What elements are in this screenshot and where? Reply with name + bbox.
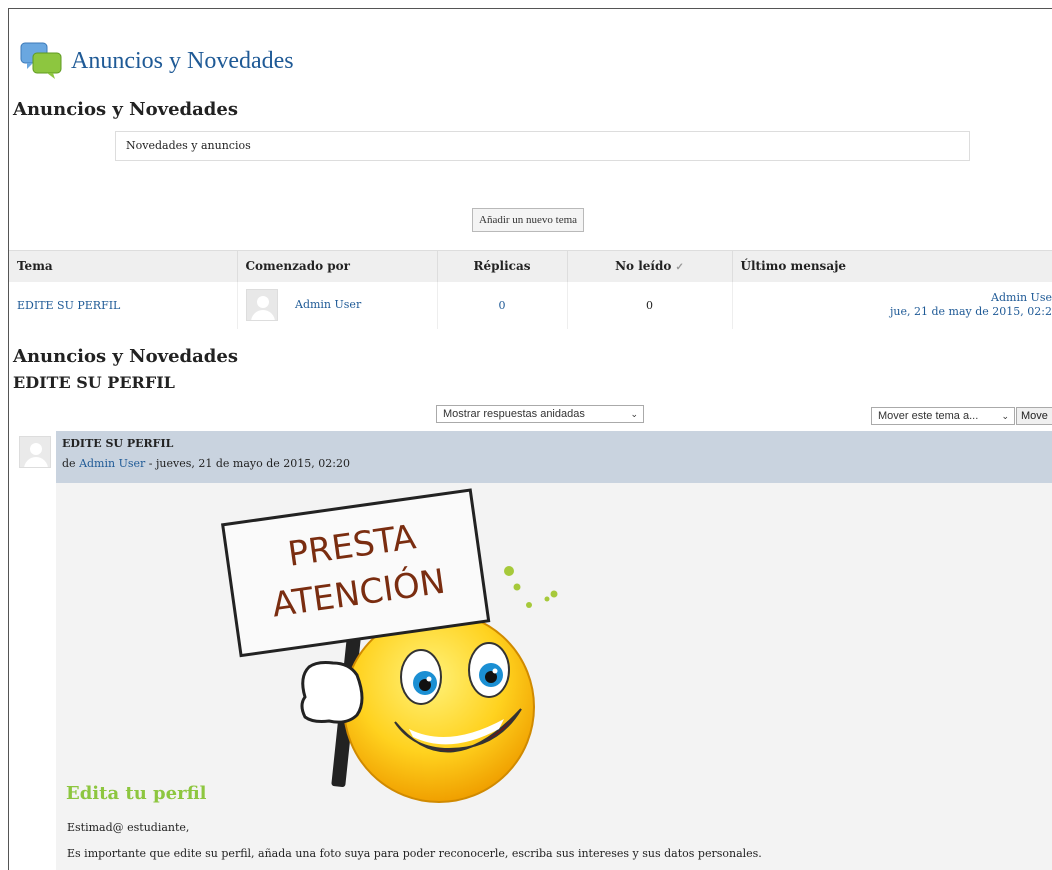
header-topic[interactable]: Tema	[9, 250, 238, 282]
post-meta: de Admin User - jueves, 21 de mayo de 20…	[62, 457, 350, 470]
add-new-topic-button[interactable]: Añadir un nuevo tema	[472, 208, 585, 232]
replies-cell: 0	[437, 281, 568, 329]
header-unread[interactable]: No leído ✓	[567, 250, 733, 282]
page-header: Anuncios y Novedades	[19, 31, 294, 91]
chevron-down-icon: ⌄	[1001, 411, 1009, 421]
chevron-down-icon: ⌄	[630, 409, 638, 419]
topic-cell: EDITE SU PERFIL	[9, 281, 238, 329]
post-paragraph: Es importante que edite su perfil, añada…	[67, 847, 762, 860]
display-mode-select[interactable]: Mostrar respuestas anidadas ⌄	[436, 405, 644, 423]
header-last-post[interactable]: Último mensaje	[732, 250, 1052, 282]
post-by-prefix: de	[62, 457, 76, 470]
post-content-heading: Edita tu perfil	[66, 783, 207, 804]
forum-chat-icon	[19, 39, 63, 83]
last-post-author-link[interactable]: Admin Use	[741, 291, 1052, 305]
forum-heading: Anuncios y Novedades	[13, 99, 238, 120]
replies-count-link[interactable]: 0	[499, 299, 506, 312]
header-started-by[interactable]: Comenzado por	[237, 250, 438, 282]
table-header-row: Tema Comenzado por Réplicas No leído ✓ Ú…	[9, 250, 1052, 282]
post-author-link[interactable]: Admin User	[79, 457, 145, 470]
header-replies[interactable]: Réplicas	[437, 250, 568, 282]
last-post-date-link[interactable]: jue, 21 de may de 2015, 02:2	[741, 305, 1052, 319]
attention-smiley-image: PRESTA ATENCIÓN	[221, 488, 558, 803]
author-cell: Admin User	[237, 281, 438, 329]
table-row: EDITE SU PERFIL Admin User 0 0 Admin Use…	[9, 281, 1052, 329]
move-topic-button[interactable]: Move	[1016, 407, 1052, 425]
user-avatar-icon[interactable]	[245, 289, 278, 321]
display-mode-value: Mostrar respuestas anidadas	[443, 408, 585, 420]
forum-intro: Novedades y anuncios	[115, 131, 970, 161]
discussion-list-table: Tema Comenzado por Réplicas No leído ✓ Ú…	[9, 250, 1052, 329]
last-post-cell: Admin Use jue, 21 de may de 2015, 02:2	[732, 281, 1052, 329]
unread-cell: 0	[567, 281, 733, 329]
discussion-topic-heading: EDITE SU PERFIL	[13, 373, 175, 392]
topic-link[interactable]: EDITE SU PERFIL	[17, 299, 120, 312]
header-unread-label: No leído	[615, 259, 672, 274]
discussion-forum-heading: Anuncios y Novedades	[13, 346, 238, 367]
move-topic-select[interactable]: Mover este tema a... ⌄	[871, 407, 1015, 425]
author-link[interactable]: Admin User	[295, 298, 361, 311]
post-greeting: Estimad@ estudiante,	[67, 821, 190, 834]
unread-check-icon: ✓	[675, 262, 684, 274]
post-subject: EDITE SU PERFIL	[62, 437, 174, 450]
page-title: Anuncios y Novedades	[71, 47, 294, 74]
move-topic-value: Mover este tema a...	[878, 410, 979, 422]
post-date: - jueves, 21 de mayo de 2015, 02:20	[148, 457, 350, 470]
post-author-avatar[interactable]	[19, 436, 51, 468]
forum-page: Anuncios y Novedades Anuncios y Novedade…	[8, 8, 1052, 870]
